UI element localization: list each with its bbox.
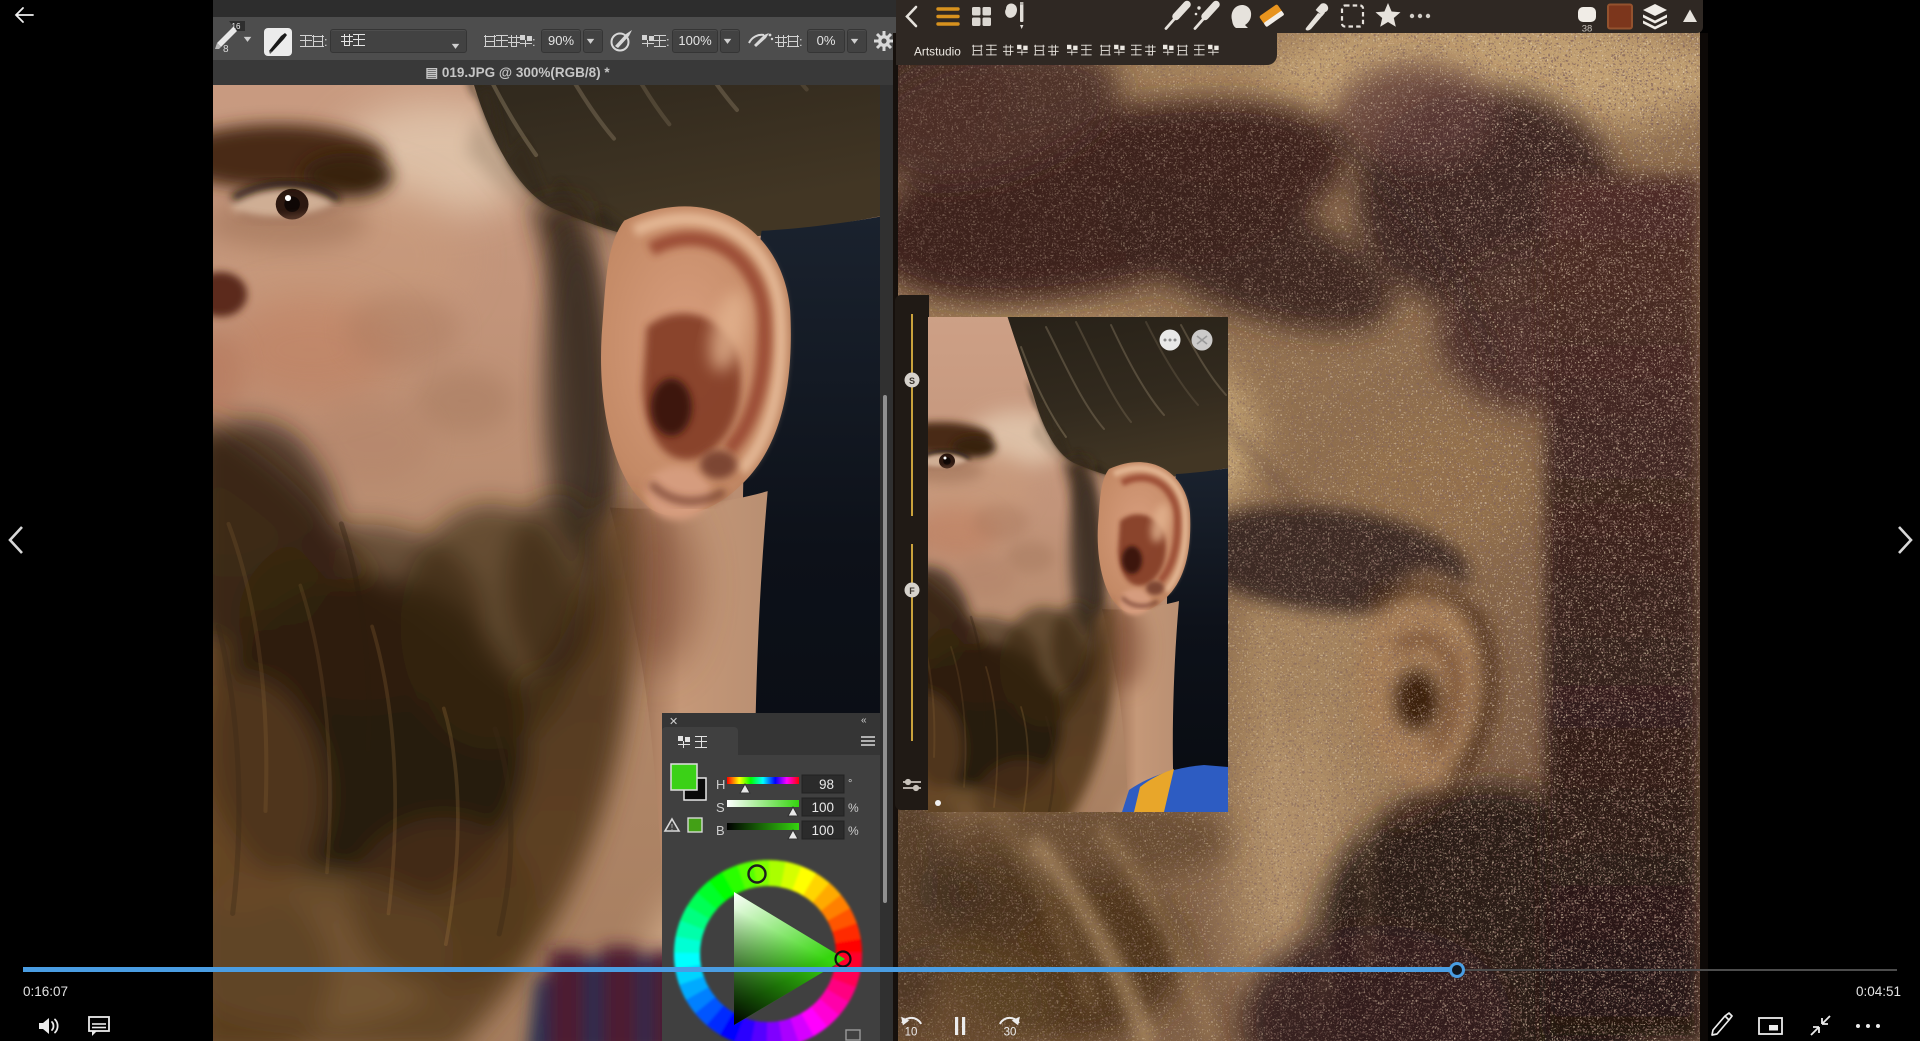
svg-text:10: 10: [905, 1027, 918, 1039]
svg-text:98: 98: [819, 777, 834, 792]
svg-text:16: 16: [232, 22, 241, 31]
svg-text:S: S: [909, 376, 915, 386]
svg-text:H: H: [716, 777, 725, 792]
svg-text:%: %: [848, 801, 859, 815]
svg-text:30: 30: [1004, 1027, 1017, 1039]
svg-text:100: 100: [811, 823, 834, 838]
svg-text:°: °: [848, 778, 852, 790]
svg-text:100: 100: [811, 800, 834, 815]
svg-text:F: F: [909, 586, 915, 596]
svg-text:38: 38: [1582, 24, 1593, 34]
svg-text:!: !: [671, 823, 673, 832]
svg-text:B: B: [716, 823, 725, 838]
svg-text:%: %: [848, 824, 859, 838]
svg-text:S: S: [716, 800, 725, 815]
